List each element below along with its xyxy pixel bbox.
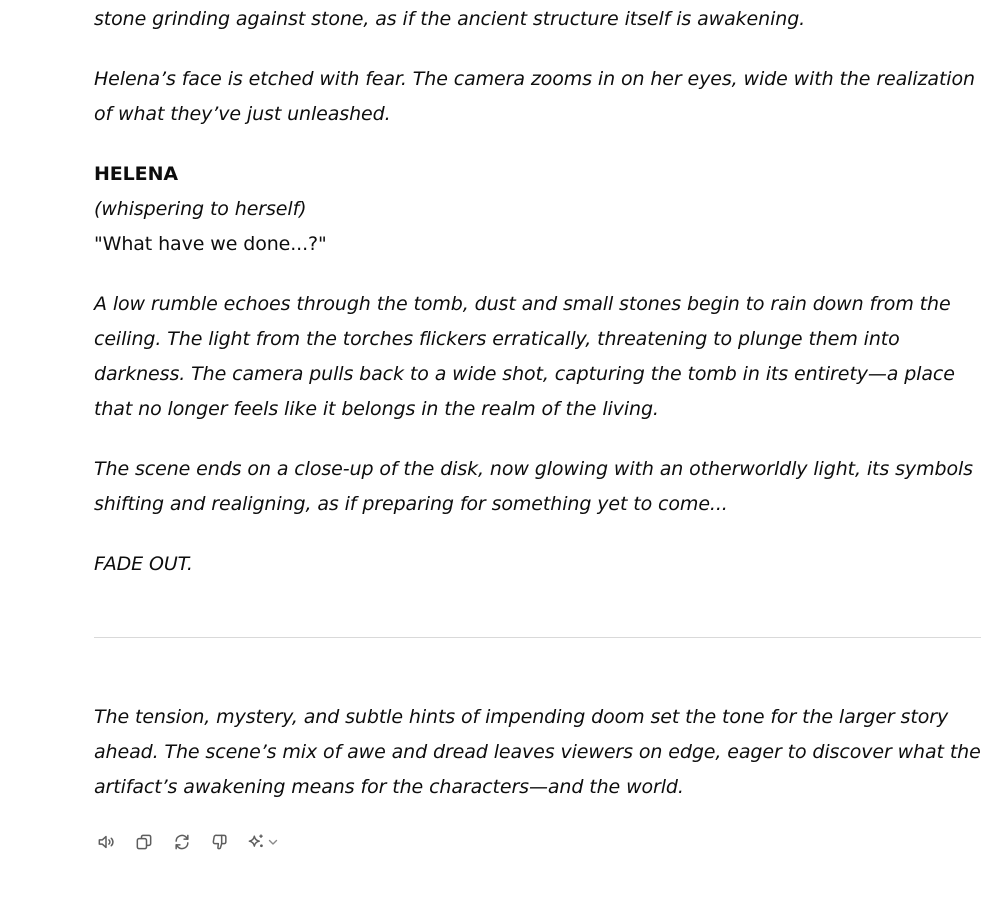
paragraph: The scene ends on a close-up of the disk… bbox=[94, 458, 973, 515]
thumbs-down-icon bbox=[212, 834, 227, 850]
closing-section: The tension, mystery, and subtle hints o… bbox=[94, 700, 982, 805]
regenerate-button[interactable] bbox=[170, 830, 194, 854]
paragraph: Helena’s face is etched with fear. The c… bbox=[94, 68, 975, 125]
parenthetical: (whispering to herself) bbox=[94, 198, 307, 220]
thumbs-down-button[interactable] bbox=[208, 830, 232, 854]
closing-paragraph: The tension, mystery, and subtle hints o… bbox=[94, 706, 981, 798]
regenerate-icon bbox=[175, 834, 189, 850]
message-actions-toolbar bbox=[94, 829, 279, 855]
read-aloud-button[interactable] bbox=[94, 830, 118, 854]
dialogue-line: "What have we done...?" bbox=[94, 233, 327, 255]
speaker-icon bbox=[98, 835, 114, 849]
character-name: HELENA bbox=[94, 163, 178, 185]
copy-button[interactable] bbox=[132, 830, 156, 854]
paragraph: A low rumble echoes through the tomb, du… bbox=[94, 293, 955, 420]
sparkle-icon bbox=[248, 834, 263, 848]
paragraph: stone grinding against stone, as if the … bbox=[94, 8, 806, 30]
chevron-down-icon bbox=[268, 839, 278, 845]
copy-icon bbox=[136, 834, 152, 850]
section-divider bbox=[94, 637, 981, 638]
paragraph: FADE OUT. bbox=[94, 553, 193, 575]
response-content: stone grinding against stone, as if the … bbox=[94, 0, 982, 582]
model-switch-button[interactable] bbox=[246, 832, 279, 852]
